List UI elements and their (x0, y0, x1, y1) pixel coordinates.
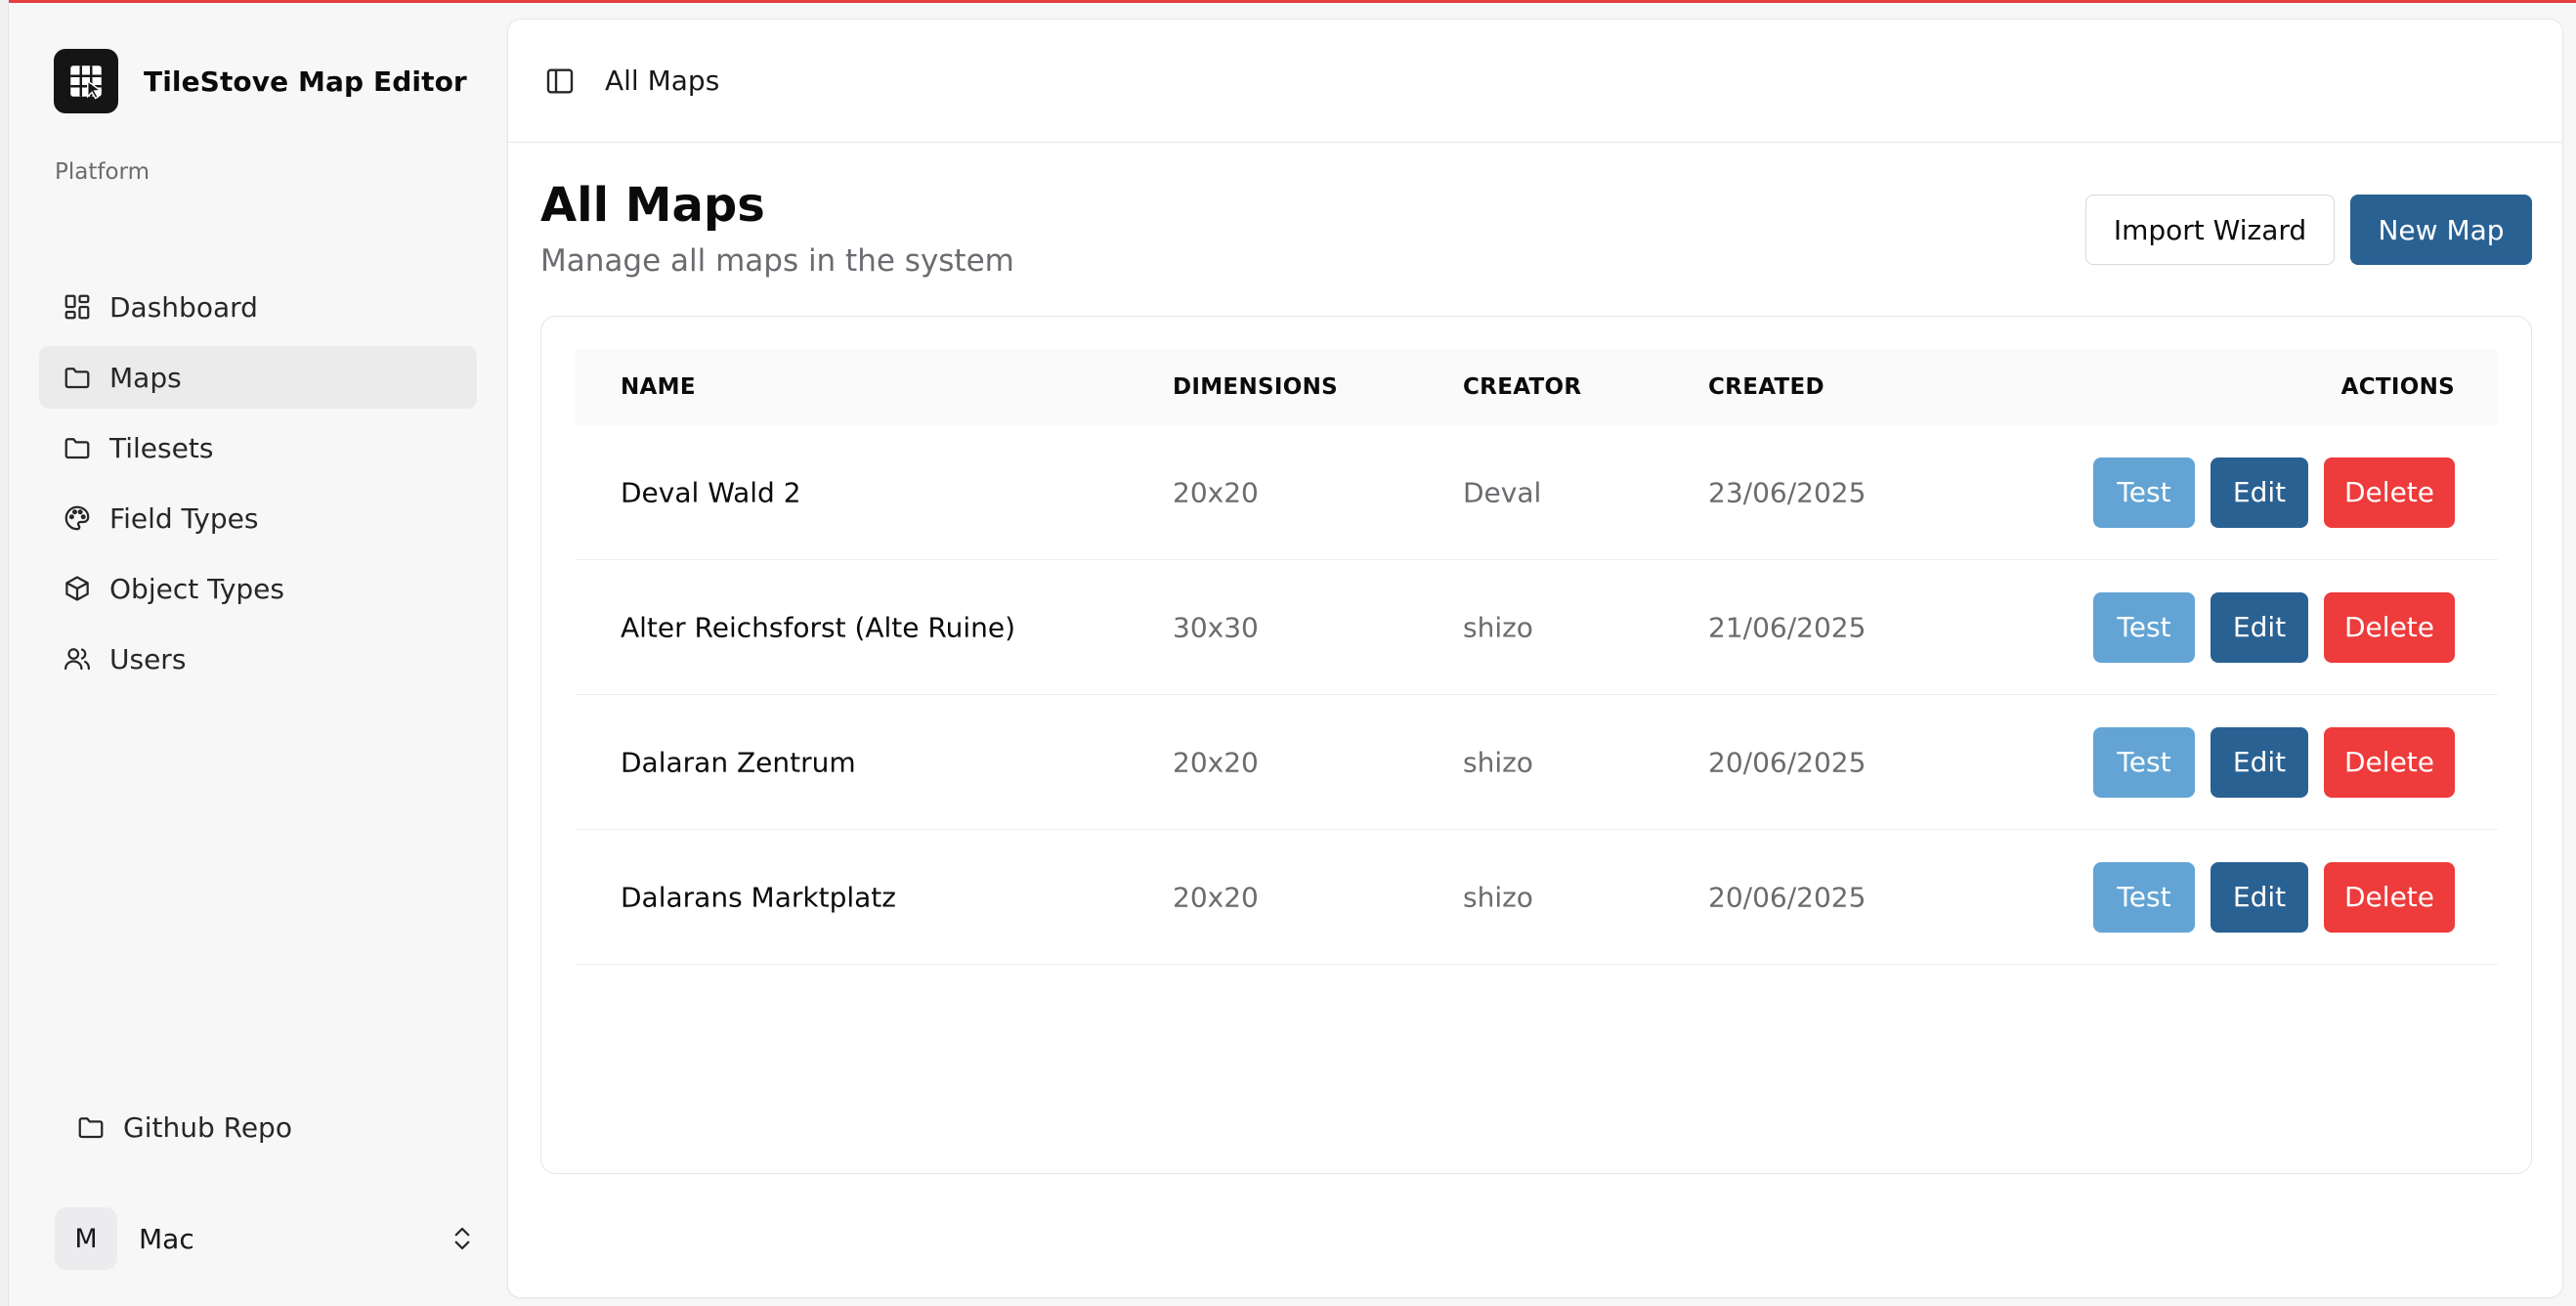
sidebar-item-label: Tilesets (109, 431, 214, 464)
map-created: 20/06/2025 (1708, 881, 1867, 913)
folder-icon (64, 438, 90, 459)
sidebar-item-maps[interactable]: Maps (39, 346, 477, 409)
row-actions: Test Edit Delete (2093, 726, 2455, 798)
window-left-edge (0, 0, 9, 1306)
top-bar: All Maps (508, 20, 2562, 143)
table-row: Dalaran Zentrum 20x20 shizo 20/06/2025 T… (575, 695, 2498, 830)
delete-button[interactable]: Delete (2324, 726, 2455, 798)
table-header: NAME DIMENSIONS CREATOR CREATED ACTIONS (575, 349, 2498, 425)
new-map-button[interactable]: New Map (2350, 195, 2532, 265)
map-grid-logo-icon (54, 49, 118, 113)
avatar: M (55, 1207, 117, 1270)
sidebar-item-label: Object Types (109, 572, 284, 605)
sidebar-item-dashboard[interactable]: Dashboard (39, 276, 477, 338)
brand[interactable]: TileStove Map Editor (54, 49, 467, 113)
edit-button[interactable]: Edit (2211, 591, 2308, 663)
breadcrumb: All Maps (605, 65, 720, 97)
map-creator: Deval (1463, 476, 1542, 508)
delete-button[interactable]: Delete (2324, 457, 2455, 528)
row-actions: Test Edit Delete (2093, 591, 2455, 663)
map-created: 21/06/2025 (1708, 611, 1867, 643)
map-name: Alter Reichsforst (Alte Ruine) (621, 611, 1016, 643)
delete-button[interactable]: Delete (2324, 591, 2455, 663)
delete-button[interactable]: Delete (2324, 861, 2455, 933)
test-button[interactable]: Test (2093, 861, 2195, 933)
palette-icon (64, 505, 90, 531)
sidebar-item-label: Users (109, 642, 187, 675)
user-name: Mac (139, 1222, 194, 1255)
sidebar-toggle-icon[interactable] (544, 65, 576, 97)
column-header-name[interactable]: NAME (621, 374, 696, 400)
cube-icon (65, 576, 89, 601)
sidebar-item-field-types[interactable]: Field Types (39, 487, 477, 549)
table-row: Alter Reichsforst (Alte Ruine) 30x30 shi… (575, 560, 2498, 695)
github-repo-link[interactable]: Github Repo (39, 1096, 477, 1158)
column-header-dimensions[interactable]: DIMENSIONS (1173, 374, 1338, 400)
sidebar-item-label: Field Types (109, 501, 259, 535)
chevron-up-down-icon (454, 1227, 470, 1250)
edit-button[interactable]: Edit (2211, 457, 2308, 528)
sidebar-nav: Dashboard Maps Tilesets Field Types Obje… (39, 276, 477, 698)
page-subtitle: Manage all maps in the system (540, 243, 1014, 279)
map-name: Deval Wald 2 (621, 476, 801, 508)
app-name: TileStove Map Editor (144, 65, 467, 98)
row-actions: Test Edit Delete (2093, 861, 2455, 933)
main-panel: All Maps All Maps Manage all maps in the… (507, 19, 2563, 1298)
import-wizard-button[interactable]: Import Wizard (2085, 195, 2335, 265)
row-actions: Test Edit Delete (2093, 457, 2455, 528)
map-name: Dalaran Zentrum (621, 746, 856, 778)
folder-icon (78, 1117, 104, 1139)
table-row: Deval Wald 2 20x20 Deval 23/06/2025 Test… (575, 425, 2498, 560)
github-repo-label: Github Repo (123, 1110, 292, 1144)
test-button[interactable]: Test (2093, 726, 2195, 798)
map-dimensions: 20x20 (1173, 746, 1259, 778)
sidebar-item-object-types[interactable]: Object Types (39, 557, 477, 620)
grid-icon (64, 294, 90, 320)
map-creator: shizo (1463, 746, 1533, 778)
test-button[interactable]: Test (2093, 457, 2195, 528)
nav-group-label: Platform (55, 159, 150, 185)
map-dimensions: 30x30 (1173, 611, 1259, 643)
user-menu[interactable]: M Mac (55, 1206, 477, 1271)
sidebar-item-label: Dashboard (109, 290, 258, 324)
page-title: All Maps (540, 178, 765, 233)
map-dimensions: 20x20 (1173, 476, 1259, 508)
edit-button[interactable]: Edit (2211, 861, 2308, 933)
table-row: Dalarans Marktplatz 20x20 shizo 20/06/20… (575, 830, 2498, 965)
edit-button[interactable]: Edit (2211, 726, 2308, 798)
map-created: 23/06/2025 (1708, 476, 1867, 508)
column-header-created[interactable]: CREATED (1708, 374, 1825, 400)
column-header-actions: ACTIONS (2340, 374, 2455, 400)
maps-table-card: NAME DIMENSIONS CREATOR CREATED ACTIONS … (540, 316, 2532, 1174)
sidebar-item-users[interactable]: Users (39, 628, 477, 690)
sidebar-item-label: Maps (109, 361, 182, 394)
map-dimensions: 20x20 (1173, 881, 1259, 913)
map-creator: shizo (1463, 881, 1533, 913)
test-button[interactable]: Test (2093, 591, 2195, 663)
sidebar: TileStove Map Editor Platform Dashboard … (9, 3, 508, 1306)
map-creator: shizo (1463, 611, 1533, 643)
map-created: 20/06/2025 (1708, 746, 1867, 778)
column-header-creator[interactable]: CREATOR (1463, 374, 1581, 400)
sidebar-item-tilesets[interactable]: Tilesets (39, 416, 477, 479)
users-icon (64, 648, 90, 671)
folder-icon (64, 368, 90, 389)
map-name: Dalarans Marktplatz (621, 881, 896, 913)
